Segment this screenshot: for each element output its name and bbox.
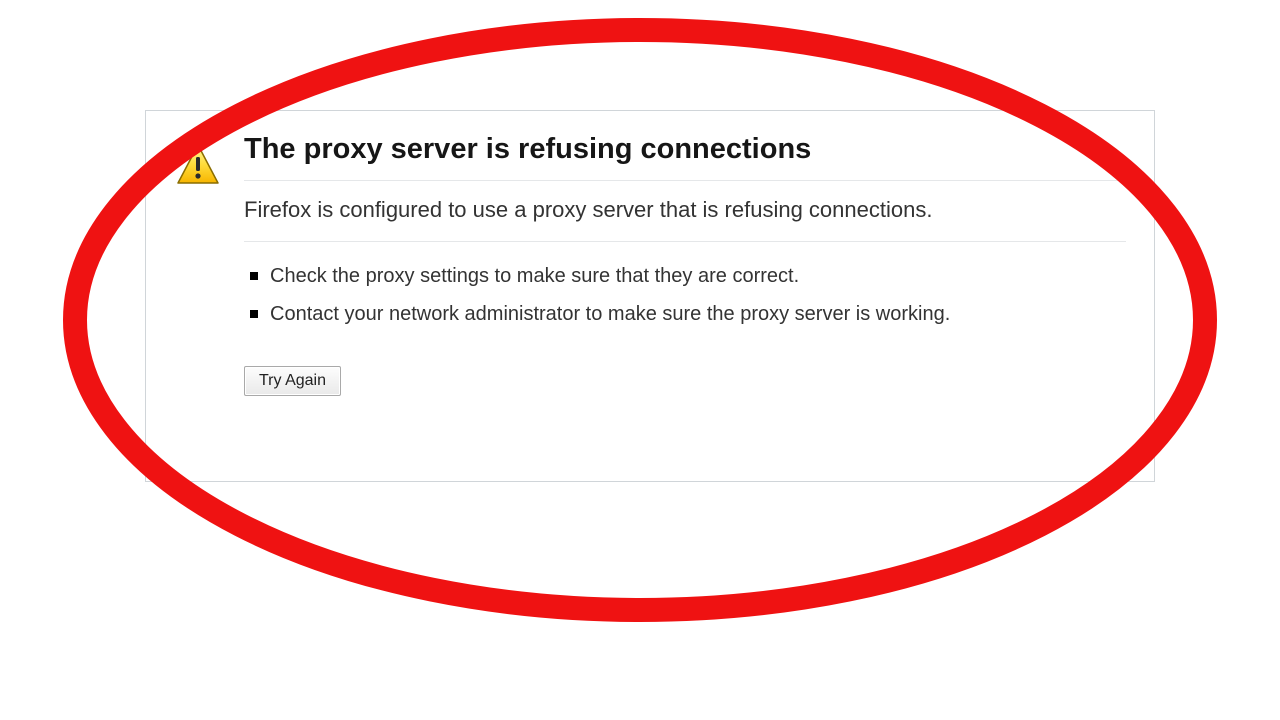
suggestion-list: Check the proxy settings to make sure th… xyxy=(244,242,1126,328)
list-item: Check the proxy settings to make sure th… xyxy=(250,262,1126,290)
try-again-button[interactable]: Try Again xyxy=(244,366,341,396)
bullet-icon xyxy=(250,272,258,280)
error-page-container: The proxy server is refusing connections… xyxy=(145,110,1155,482)
suggestion-text: Contact your network administrator to ma… xyxy=(270,300,950,328)
suggestion-text: Check the proxy settings to make sure th… xyxy=(270,262,799,290)
error-title: The proxy server is refusing connections xyxy=(244,133,1126,181)
warning-icon xyxy=(174,141,222,194)
error-description: Firefox is configured to use a proxy ser… xyxy=(244,181,1126,242)
bullet-icon xyxy=(250,310,258,318)
list-item: Contact your network administrator to ma… xyxy=(250,300,1126,328)
